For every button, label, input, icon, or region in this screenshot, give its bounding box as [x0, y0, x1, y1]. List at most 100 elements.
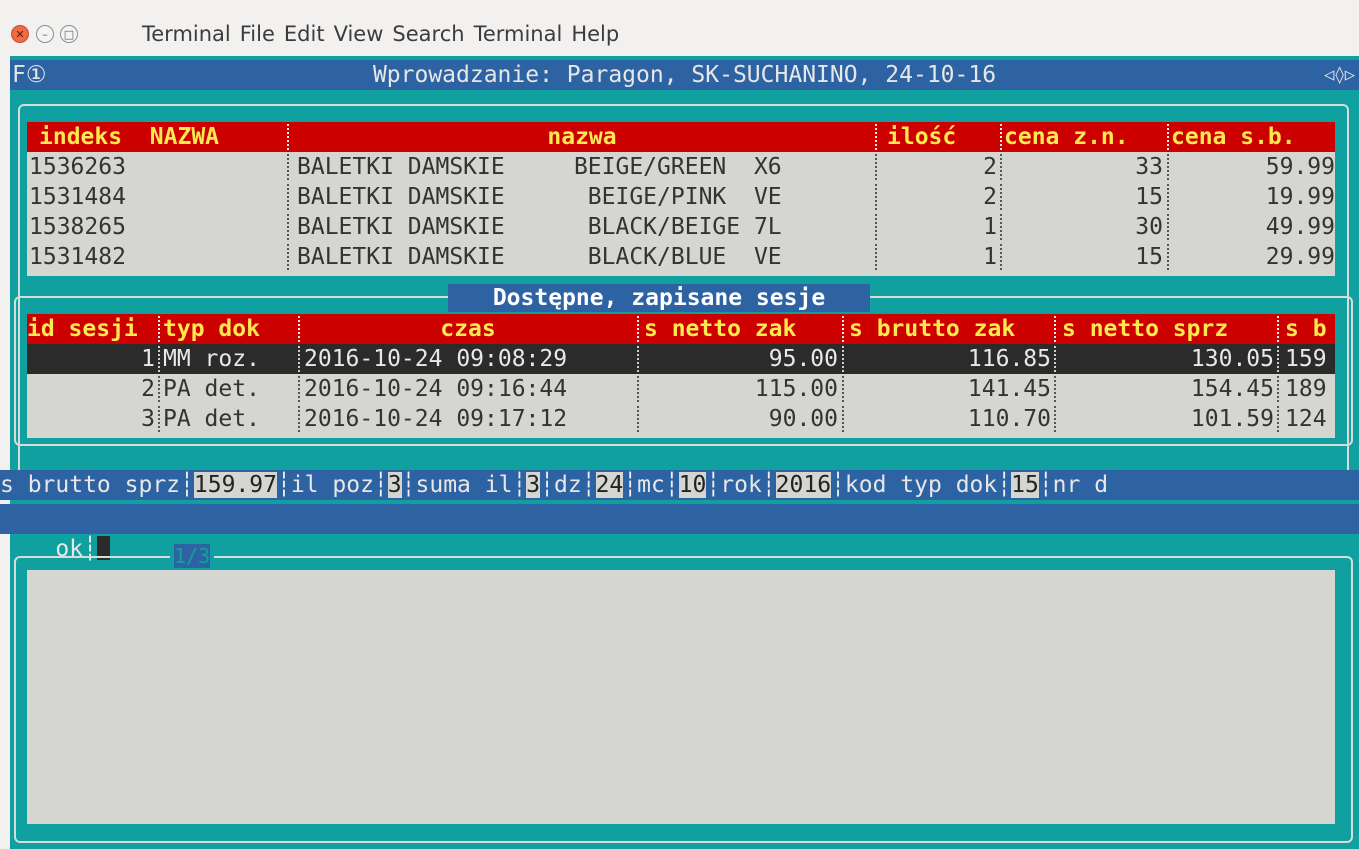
items-col-nazwa[interactable]: nazwa	[289, 122, 875, 152]
session-brutto-zak: 116.85	[967, 346, 1051, 372]
items-row[interactable]: 1538265 BALETKI DAMSKIE BLACK/BEIGE 7L 1 30…	[27, 212, 1335, 242]
item-ilosc: 1	[983, 214, 997, 240]
item-cena-sb: 29.99	[1265, 244, 1335, 270]
detail-value[interactable]: 159.97	[193, 472, 277, 498]
sessions-col-czas[interactable]: czas	[302, 314, 634, 344]
session-brutto-sprz: 159	[1285, 346, 1327, 372]
window-maximize-button[interactable]: □	[60, 25, 78, 43]
item-cena-sb: 59.99	[1265, 154, 1335, 180]
menu-help[interactable]: Help	[571, 21, 619, 47]
menu-file[interactable]: File	[240, 21, 275, 47]
sessions-col-netto-sprz[interactable]: s netto sprz	[1062, 314, 1274, 344]
item-cena-zn: 33	[1135, 154, 1163, 180]
items-col-cena-sb[interactable]: cena s.b.	[1171, 122, 1335, 152]
session-brutto-zak: 110.70	[967, 406, 1051, 432]
session-typ: PA det.	[163, 406, 260, 432]
session-typ: PA det.	[163, 376, 260, 402]
item-indeks: 1531482	[29, 244, 126, 270]
items-row[interactable]: 1531482 BALETKI DAMSKIE BLACK/BLUE VE 1 15 2…	[27, 242, 1335, 272]
sessions-col-id[interactable]: id sesji	[27, 314, 155, 344]
menu-terminal-app[interactable]: Terminal	[142, 21, 231, 47]
menu-edit[interactable]: Edit	[284, 21, 325, 47]
session-brutto-zak: 141.45	[967, 376, 1051, 402]
item-ilosc: 2	[983, 184, 997, 210]
item-cena-sb: 19.99	[1265, 184, 1335, 210]
detail-value[interactable]: 10	[678, 472, 707, 498]
window-arrows-icon[interactable]: ◁◊▷	[1324, 60, 1355, 90]
items-header-row: indeks NAZWA nazwa ilość cena z.n. cena …	[27, 122, 1335, 152]
item-cena-zn: 15	[1135, 244, 1163, 270]
item-nazwa: BALETKI DAMSKIE BLACK/BEIGE 7L	[297, 214, 782, 240]
session-netto-sprz: 101.59	[1190, 406, 1274, 432]
sessions-col-netto-zak[interactable]: s netto zak	[644, 314, 834, 344]
detail-value[interactable]: 15	[1011, 472, 1039, 498]
session-czas: 2016-10-24 09:17:12	[304, 406, 568, 432]
items-col-ilosc[interactable]: ilość	[887, 122, 997, 152]
menu-search[interactable]: Search	[392, 21, 464, 47]
details-line-1: s brutto sprz┆159.97┆il poz┆3┆suma il┆3┆…	[0, 470, 1359, 500]
session-brutto-sprz: 189	[1285, 376, 1327, 402]
pager: 1/3	[170, 544, 215, 568]
item-cena-zn: 15	[1135, 184, 1163, 210]
detail-value[interactable]: 3	[526, 472, 541, 498]
session-netto-zak: 95.00	[768, 346, 838, 372]
items-panel: indeks NAZWA nazwa ilość cena z.n. cena …	[27, 122, 1335, 276]
detail-value[interactable]: 24	[595, 472, 624, 498]
session-id: 2	[141, 376, 155, 402]
sessions-col-brutto-zak[interactable]: s brutto zak	[849, 314, 1051, 344]
session-row[interactable]: 2 PA det. 2016-10-24 09:16:44 115.00 141.45 1…	[27, 374, 1335, 404]
menu-view[interactable]: View	[334, 21, 384, 47]
detail-value[interactable]: 2016	[775, 472, 832, 498]
session-netto-zak: 115.00	[754, 376, 838, 402]
session-brutto-sprz: 124	[1285, 406, 1327, 432]
minimize-icon: –	[42, 27, 48, 41]
sessions-col-typ[interactable]: typ dok	[163, 314, 291, 344]
detail-label: mc	[637, 472, 665, 498]
session-czas: 2016-10-24 09:08:29	[304, 346, 568, 372]
items-col-indeks[interactable]: indeks NAZWA	[39, 122, 279, 152]
detail-label-nr-dok: nr d	[1052, 472, 1109, 498]
app-title-bar: F① Wprowadzanie: Paragon, SK-SUCHANINO, …	[10, 60, 1359, 90]
session-netto-sprz: 154.45	[1190, 376, 1274, 402]
item-indeks: 1536263	[29, 154, 126, 180]
items-row[interactable]: 1536263 BALETKI DAMSKIE BEIGE/GREEN X6 2 33…	[27, 152, 1335, 182]
item-nazwa: BALETKI DAMSKIE BEIGE/PINK VE	[297, 184, 782, 210]
item-cena-zn: 30	[1135, 214, 1163, 240]
window-minimize-button[interactable]: –	[36, 25, 54, 43]
session-netto-sprz: 130.05	[1190, 346, 1274, 372]
pager-label: 1/3	[174, 544, 211, 568]
session-czas: 2016-10-24 09:16:44	[304, 376, 568, 402]
item-indeks: 1531484	[29, 184, 126, 210]
item-cena-sb: 49.99	[1265, 214, 1335, 240]
sessions-title: Dostępne, zapisane sesje	[448, 284, 870, 312]
item-nazwa: BALETKI DAMSKIE BLACK/BLUE VE	[297, 244, 782, 270]
sessions-col-brutto-sprz[interactable]: s b	[1285, 314, 1335, 344]
maximize-icon: □	[63, 27, 75, 41]
window-close-button[interactable]: ✕	[11, 25, 29, 43]
detail-label: rok	[720, 472, 762, 498]
sessions-panel: id sesji typ dok czas s netto zak s brut…	[27, 314, 1335, 438]
session-row[interactable]: 1 MM roz. 2016-10-24 09:08:29 95.00 116.85 13…	[27, 344, 1335, 374]
detail-label: s brutto sprz	[0, 472, 181, 498]
session-id: 3	[141, 406, 155, 432]
detail-label: dz	[554, 472, 582, 498]
detail-label: kod typ dok	[844, 472, 998, 498]
bottom-panel[interactable]	[27, 570, 1335, 824]
detail-label: suma il	[415, 472, 513, 498]
items-row[interactable]: 1531484 BALETKI DAMSKIE BEIGE/PINK VE 2 15 1…	[27, 182, 1335, 212]
menu-terminal[interactable]: Terminal	[474, 21, 563, 47]
session-row[interactable]: 3 PA det. 2016-10-24 09:17:12 90.00 110.70 10…	[27, 404, 1335, 434]
item-ilosc: 1	[983, 244, 997, 270]
session-typ: MM roz.	[163, 346, 260, 372]
terminal-area[interactable]: F① Wprowadzanie: Paragon, SK-SUCHANINO, …	[0, 56, 1359, 849]
window-menubar: ✕ – □ Terminal File Edit View Search Ter…	[0, 0, 1359, 56]
close-icon: ✕	[15, 27, 25, 41]
item-nazwa: BALETKI DAMSKIE BEIGE/GREEN X6	[297, 154, 782, 180]
detail-label: il poz	[290, 472, 374, 498]
menu-bar: Terminal File Edit View Search Terminal …	[142, 21, 628, 47]
detail-value[interactable]: 3	[387, 472, 402, 498]
details-line-2: ok┆	[0, 504, 1359, 562]
sessions-header-row: id sesji typ dok czas s netto zak s brut…	[27, 314, 1335, 344]
session-netto-zak: 90.00	[768, 406, 838, 432]
items-col-cena-zn[interactable]: cena z.n.	[1004, 122, 1164, 152]
